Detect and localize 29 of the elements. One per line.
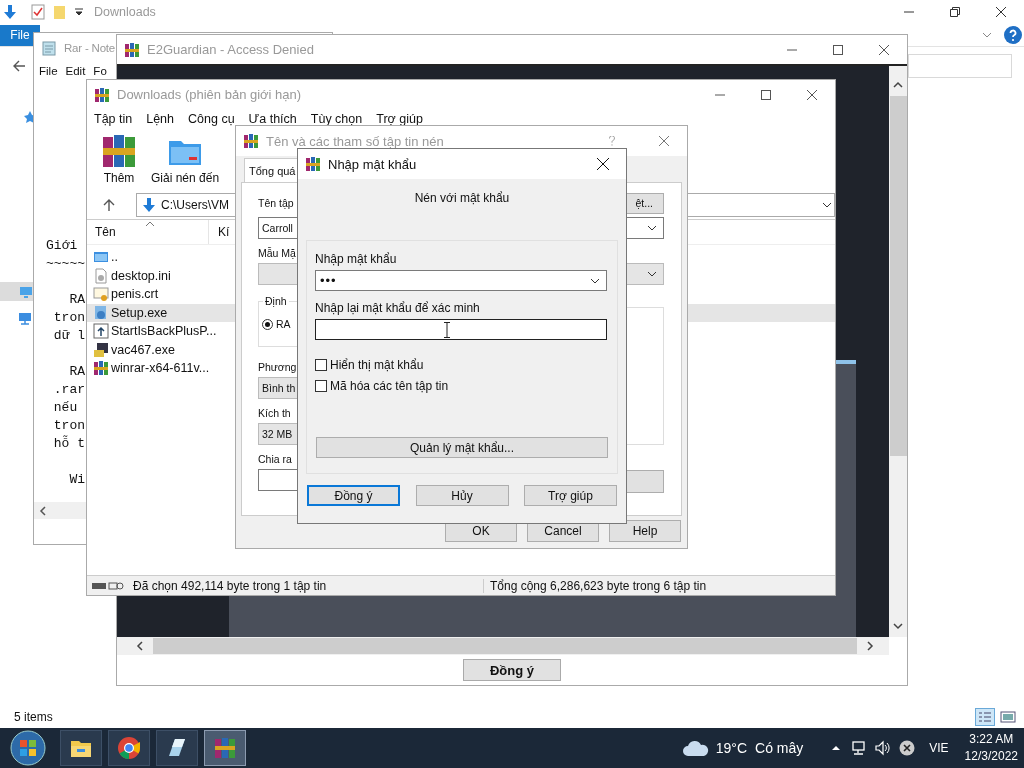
field-label: Chia ra [258, 453, 292, 467]
text-line: dữ l [52, 327, 85, 345]
status-text: Đã chọn 492,114 byte trong 1 tập tin [133, 578, 328, 593]
text-line: RA [68, 363, 85, 381]
text-line: .rar [52, 381, 85, 399]
status-text: Tổng cộng 6,286,623 byte trong 6 tập tin [483, 578, 707, 593]
field-label: Phương [258, 361, 297, 375]
field-label: Kích th [258, 407, 291, 421]
text-line: tron [52, 309, 85, 327]
text-line: Wi [68, 471, 85, 489]
dialog-heading: Nén với mật khẩu [413, 191, 511, 205]
window-title: Downloads [94, 5, 156, 19]
text-line: ~~~~~ [46, 255, 85, 273]
field-label: Mẫu Mặ [258, 247, 296, 261]
group-label: Định [263, 295, 289, 307]
window-title: Rar - Note [64, 41, 116, 54]
window-title: Tên và các tham số tập tin nén [266, 133, 444, 149]
text-line: tron [52, 417, 85, 435]
field-label: Nhập mật khẩu [315, 252, 398, 266]
text-line: hỗ t [52, 435, 85, 453]
field-label: Tên tập [258, 197, 294, 209]
item-count: 5 items [14, 710, 53, 724]
field-label: Nhập lại mật khẩu để xác minh [315, 301, 481, 315]
window-title: Downloads (phiên bản giới hạn) [117, 87, 302, 102]
text-line: Giới [46, 237, 78, 255]
text-line: nếu [52, 399, 78, 417]
text-line: RA [68, 291, 85, 309]
window-title: Nhập mật khẩu [328, 156, 417, 172]
window-title: E2Guardian - Access Denied [147, 42, 314, 57]
